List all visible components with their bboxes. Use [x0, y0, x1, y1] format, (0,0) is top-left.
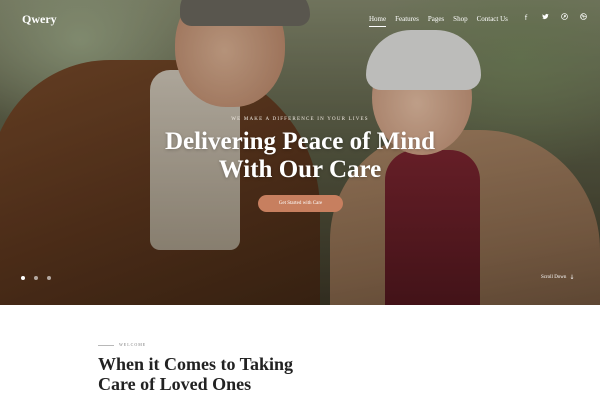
get-started-button[interactable]: Get Started with Care — [258, 195, 343, 212]
site-logo[interactable]: Qwery — [22, 12, 57, 27]
welcome-title: When it Comes to Taking Care of Loved On… — [98, 354, 398, 394]
slider-pagination — [21, 276, 51, 280]
pinterest-icon[interactable] — [560, 13, 568, 23]
hero-eyebrow: WE MAKE A DIFFERENCE IN YOUR LIVES — [231, 117, 369, 122]
hero-headline-line-1: Delivering Peace of Mind — [164, 128, 436, 155]
nav-item-home[interactable]: Home — [369, 14, 387, 27]
main-nav: Home Features Pages Shop Contact Us — [369, 14, 508, 27]
nav-item-shop[interactable]: Shop — [453, 14, 467, 27]
twitter-icon[interactable] — [541, 13, 549, 23]
scroll-down-link[interactable]: Scroll Down ↓ — [541, 274, 574, 281]
facebook-icon[interactable]: f — [522, 13, 530, 23]
scroll-down-label: Scroll Down — [541, 275, 567, 280]
welcome-title-line-1: When it Comes to Taking — [98, 354, 294, 374]
hero-headline-line-2: With Our Care — [218, 156, 382, 183]
welcome-label: WELCOME — [119, 342, 147, 347]
nav-item-pages[interactable]: Pages — [428, 14, 444, 27]
slider-dot-1[interactable] — [21, 276, 25, 280]
hero-headline: Delivering Peace of Mind With Our Care — [0, 128, 600, 184]
welcome-title-line-2: Care of Loved Ones — [98, 374, 252, 394]
welcome-divider — [98, 345, 114, 346]
social-links: f — [522, 13, 587, 23]
arrow-down-icon: ↓ — [569, 274, 575, 281]
slider-dot-3[interactable] — [47, 276, 51, 280]
nav-item-contact-us[interactable]: Contact Us — [477, 14, 508, 27]
slider-dot-2[interactable] — [34, 276, 38, 280]
nav-item-features[interactable]: Features — [395, 14, 419, 27]
dribbble-icon[interactable] — [579, 13, 587, 23]
